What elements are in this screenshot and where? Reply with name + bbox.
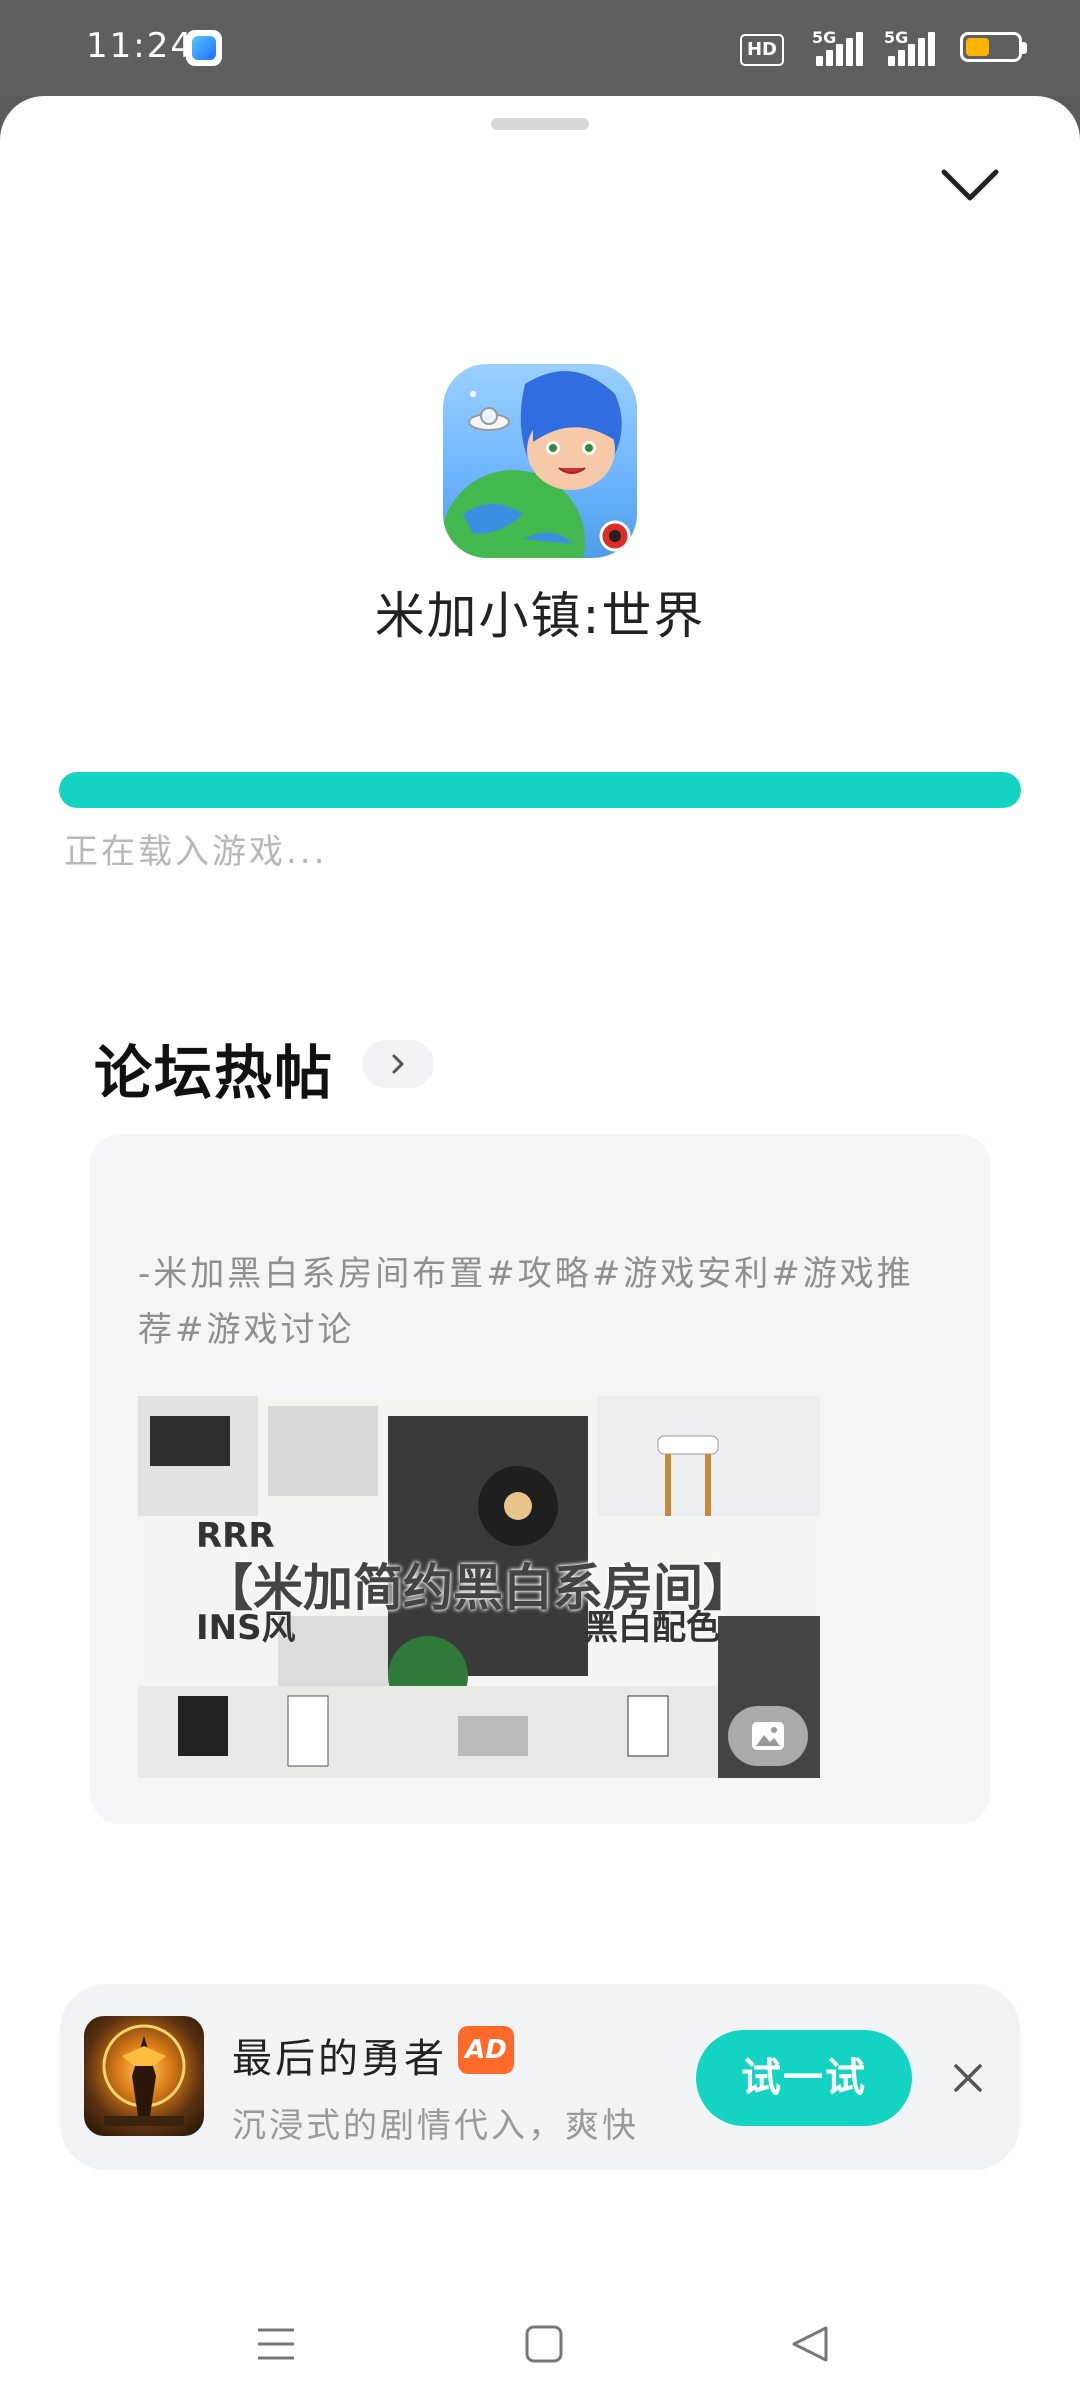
signal-strength-icon: 5G [812, 28, 868, 68]
battery-icon [960, 32, 1027, 62]
image-caption-color: 黑白配色 [584, 1608, 720, 1648]
menu-icon [258, 2328, 294, 2360]
image-icon [752, 1722, 784, 1750]
post-text: -米加黑白系房间布置#攻略#游戏安利#游戏推荐#游戏讨论 [138, 1254, 914, 1350]
app-notification-icon [186, 30, 222, 66]
game-icon [443, 364, 637, 558]
progress-fill [59, 772, 1021, 808]
hd-voice-icon: HD [740, 34, 784, 66]
status-bar: 11:24 HD 5G 5G [0, 0, 1080, 96]
nav-menu-button[interactable] [246, 2314, 306, 2374]
forum-section-title: 论坛热帖 [94, 1039, 335, 1107]
loading-status-text: 正在载入游戏... [64, 832, 328, 872]
triangle-back-icon [792, 2326, 828, 2362]
ad-close-button[interactable] [944, 2054, 992, 2102]
loading-sheet: 米加小镇:世界 正在载入游戏... 论坛热帖 -米加黑白系房间布置#攻略#游戏安… [0, 96, 1080, 2408]
ad-tag: AD [458, 2026, 514, 2074]
game-title: 米加小镇:世界 [374, 587, 706, 645]
ad-description: 沉浸式的剧情代入，爽快 [232, 2106, 639, 2146]
ad-app-icon [84, 2016, 204, 2136]
square-home-icon [525, 2325, 563, 2363]
system-nav-bar [0, 2290, 1080, 2400]
signal-strength-icon: 5G [884, 28, 940, 68]
collapse-button[interactable] [930, 156, 1010, 216]
image-caption-style: INS风 [196, 1608, 296, 1648]
post-image[interactable]: RRR 【米加简约黑白系房间】 INS风 黑白配色 [138, 1396, 820, 1778]
ad-title: 最后的勇者 [232, 2036, 447, 2082]
chevron-right-icon [392, 1054, 404, 1074]
loading-progress-bar [59, 772, 1021, 808]
post-image-overlay: RRR 【米加简约黑白系房间】 INS风 黑白配色 [138, 1516, 820, 1648]
chevron-down-icon [941, 169, 999, 201]
ad-banner[interactable]: 最后的勇者 AD 沉浸式的剧情代入，爽快 试一试 [60, 1984, 1020, 2170]
forum-more-button[interactable] [362, 1040, 434, 1088]
status-time: 11:24 [86, 26, 194, 66]
ad-try-button[interactable]: 试一试 [696, 2030, 912, 2126]
drag-handle[interactable] [491, 118, 589, 130]
nav-home-button[interactable] [514, 2314, 574, 2374]
forum-post-card[interactable]: -米加黑白系房间布置#攻略#游戏安利#游戏推荐#游戏讨论 RRR 【米加简约黑白… [90, 1134, 990, 1824]
image-badge [728, 1706, 808, 1766]
close-icon [954, 2064, 982, 2092]
nav-back-button[interactable] [780, 2314, 840, 2374]
